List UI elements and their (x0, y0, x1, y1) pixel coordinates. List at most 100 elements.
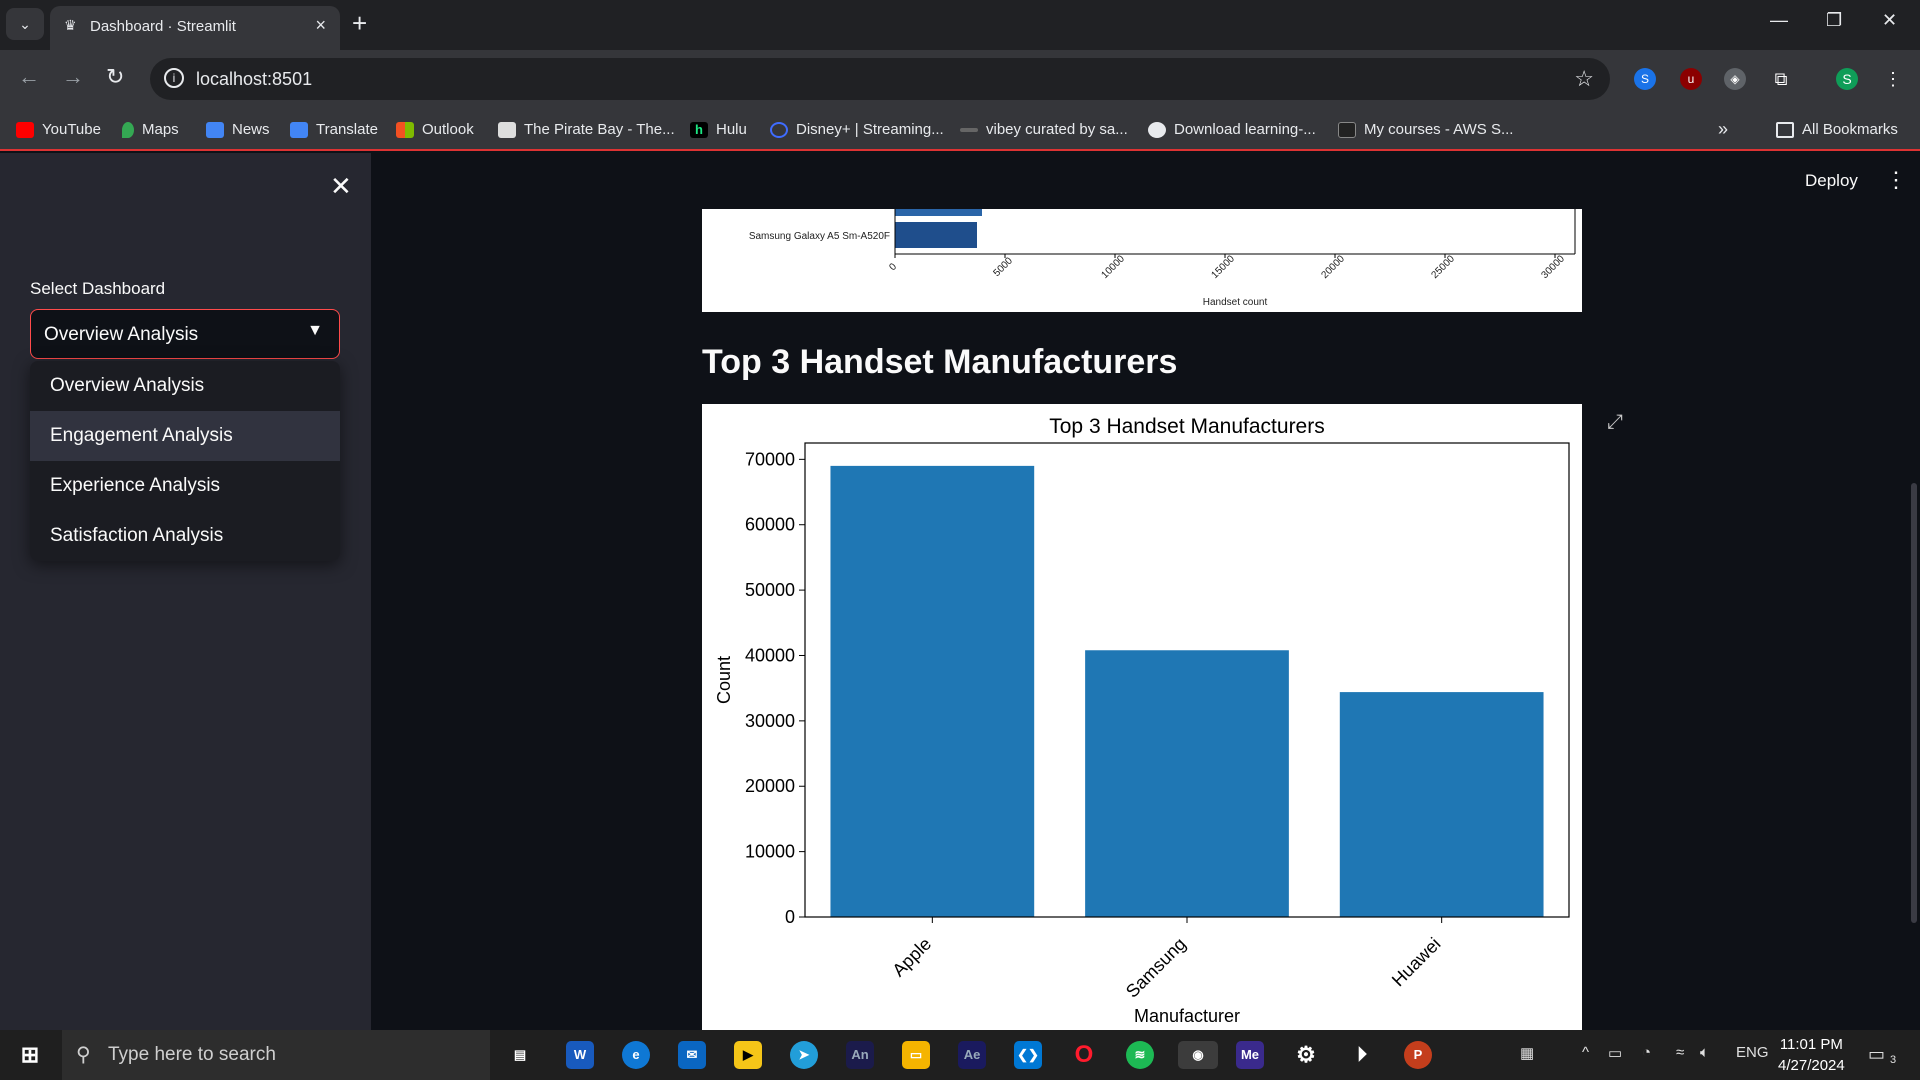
notifications-icon[interactable]: ▭ (1868, 1044, 1885, 1065)
restore-icon[interactable]: ❐ (1826, 10, 1842, 31)
bookmark-translate[interactable]: Translate (290, 108, 378, 151)
previous-chart: Samsung Galaxy A5 Sm-A520F 0 5000 10000 150… (702, 209, 1582, 312)
fullscreen-icon[interactable]: ⤢ (1607, 411, 1623, 434)
shazam-extension-icon[interactable]: S (1634, 68, 1656, 90)
spotify-icon[interactable]: ≋ (1126, 1041, 1154, 1069)
mail-icon[interactable]: ✉ (678, 1041, 706, 1069)
bookmark-maps[interactable]: Maps (122, 108, 179, 151)
player-icon[interactable]: ▶ (734, 1041, 762, 1069)
news-widget-icon[interactable]: ▦ (1520, 1044, 1534, 1062)
bookmark-outlook[interactable]: Outlook (396, 108, 474, 151)
more-bookmarks-icon[interactable]: » (1718, 108, 1728, 151)
after-effects-icon[interactable]: Ae (958, 1041, 986, 1069)
option-overview[interactable]: Overview Analysis (30, 361, 340, 411)
bookmark-hulu[interactable]: h Hulu (690, 108, 747, 151)
shield-extension-icon[interactable]: ◈ (1724, 68, 1746, 90)
opera-icon[interactable]: O (1070, 1041, 1098, 1069)
vscode-icon[interactable]: ❮❯ (1014, 1041, 1042, 1069)
chevron-down-icon: ⌄ (19, 15, 31, 32)
ytick-label: 60000 (745, 515, 795, 535)
previous-bar-partial (895, 209, 982, 216)
bar-samsung (1085, 650, 1289, 917)
clock-time: 11:01 PM (1779, 1036, 1843, 1053)
scrollbar[interactable] (1911, 483, 1917, 923)
media-encoder-icon[interactable]: Me (1236, 1041, 1264, 1069)
y-axis-label: Count (714, 656, 734, 704)
network-icon[interactable]: ◔ (1642, 1044, 1651, 1061)
tray-chevron-up-icon[interactable]: ^ (1582, 1044, 1589, 1061)
media-play-icon[interactable]: ⏵ (1348, 1041, 1376, 1069)
hulu-icon: h (690, 121, 708, 138)
site-info-icon[interactable]: i (164, 68, 184, 88)
powerpoint-icon[interactable]: P (1404, 1041, 1432, 1069)
chrome-icon[interactable]: ◉ (1178, 1041, 1218, 1069)
chevron-down-icon: ▼ (307, 322, 323, 339)
bookmark-download-learning[interactable]: Download learning-... (1148, 108, 1316, 151)
ublock-extension-icon[interactable]: u (1680, 68, 1702, 90)
prev-xtick-label: 5000 (991, 255, 1015, 279)
bookmark-piratebay[interactable]: The Pirate Bay - The... (498, 108, 675, 151)
option-satisfaction[interactable]: Satisfaction Analysis (30, 511, 340, 561)
disney-icon (770, 121, 788, 138)
tab-search-button[interactable]: ⌄ (6, 8, 44, 40)
dashboard-select[interactable]: Overview Analysis ▼ (30, 309, 340, 359)
telegram-icon[interactable]: ➤ (790, 1041, 818, 1069)
option-engagement[interactable]: Engagement Analysis (30, 411, 340, 461)
translate-icon (290, 121, 308, 138)
file-explorer-icon[interactable]: ▭ (902, 1041, 930, 1069)
section-title: Top 3 Handset Manufacturers (702, 343, 1178, 381)
ytick-label: 30000 (745, 711, 795, 731)
forward-icon[interactable]: → (62, 64, 84, 90)
deploy-button[interactable]: Deploy (1805, 171, 1858, 191)
active-tab[interactable]: ♛ Dashboard · Streamlit × (50, 6, 340, 50)
back-icon[interactable]: ← (18, 64, 40, 90)
option-experience[interactable]: Experience Analysis (30, 461, 340, 511)
search-icon: ⚲ (76, 1044, 91, 1066)
bookmark-aws[interactable]: My courses - AWS S... (1338, 108, 1513, 151)
all-bookmarks-button[interactable]: All Bookmarks (1776, 108, 1898, 151)
close-icon[interactable]: × (315, 15, 326, 36)
task-view-icon[interactable]: ▤ (506, 1041, 534, 1069)
profile-avatar[interactable]: S (1836, 68, 1858, 90)
news-icon (206, 121, 224, 138)
bar-chart-svg: Top 3 Handset Manufacturers Apple Samsung H… (714, 415, 1570, 1026)
select-value: Overview Analysis (44, 324, 199, 345)
window-close-icon[interactable]: ✕ (1882, 10, 1897, 31)
chrome-menu-icon[interactable]: ⋮ (1882, 68, 1904, 90)
ytick-label: 10000 (745, 842, 795, 862)
clock-date: 4/27/2024 (1778, 1057, 1845, 1074)
battery-icon[interactable]: ▭ (1608, 1044, 1622, 1062)
main-menu-icon[interactable]: ⋮ (1885, 167, 1907, 193)
ytick-label: 20000 (745, 776, 795, 796)
ytick-label: 40000 (745, 645, 795, 665)
address-bar[interactable]: i localhost:8501 ☆ (150, 58, 1610, 100)
word-icon[interactable]: W (566, 1041, 594, 1069)
new-tab-icon[interactable]: + (352, 10, 367, 36)
prev-xtick-label: 15000 (1210, 253, 1238, 281)
close-sidebar-icon[interactable]: ✕ (330, 171, 352, 202)
bookmark-star-icon[interactable]: ☆ (1574, 66, 1594, 92)
language-indicator[interactable]: ENG (1736, 1044, 1769, 1061)
vibey-icon (960, 127, 978, 132)
bookmark-youtube[interactable]: YouTube (16, 108, 101, 151)
animate-icon[interactable]: An (846, 1041, 874, 1069)
settings-gear-icon[interactable]: ⚙ (1292, 1041, 1320, 1069)
extensions-puzzle-icon[interactable]: ⧉ (1770, 68, 1792, 90)
wifi-icon[interactable]: ≈ (1676, 1044, 1684, 1061)
windows-start-icon[interactable]: ⊞ (16, 1041, 44, 1069)
clock[interactable]: 11:01 PM 4/27/2024 (1778, 1034, 1845, 1076)
xtick-label: Samsung (1122, 934, 1190, 1002)
taskbar-search[interactable]: ⚲ Type here to search (62, 1030, 490, 1080)
folder-icon (1776, 121, 1794, 138)
bookmark-disney[interactable]: Disney+ | Streaming... (770, 108, 944, 151)
reload-icon[interactable]: ↻ (106, 64, 124, 90)
edge-icon[interactable]: e (622, 1041, 650, 1069)
globe-icon (1148, 121, 1166, 138)
bookmark-news[interactable]: News (206, 108, 270, 151)
bar-huawei (1339, 692, 1544, 917)
volume-icon[interactable]: 🔈︎ (1700, 1044, 1709, 1061)
url-text: localhost:8501 (196, 69, 313, 89)
minimize-icon[interactable]: — (1770, 10, 1788, 31)
browser-toolbar: ← → ↻ i localhost:8501 ☆ S u ◈ ⧉ S ⋮ (0, 50, 1920, 108)
bookmark-vibey[interactable]: vibey curated by sa... (960, 108, 1128, 151)
